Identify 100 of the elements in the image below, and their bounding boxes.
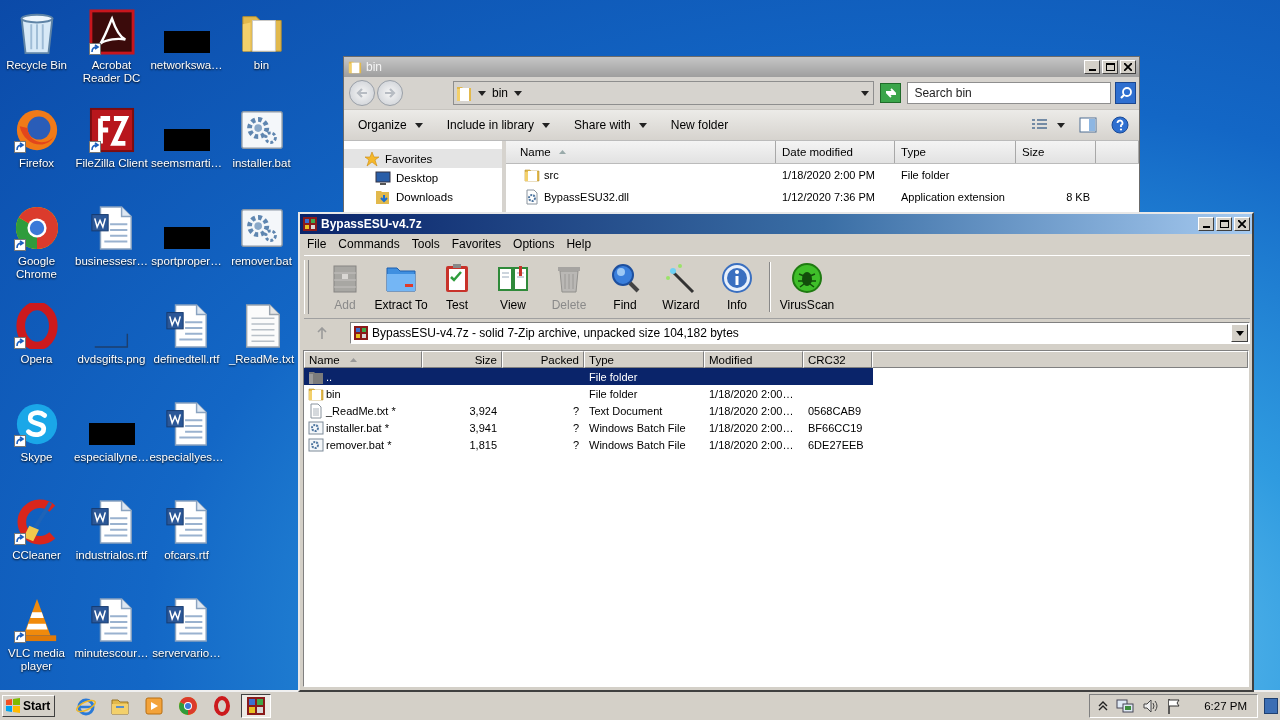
toolbar-button[interactable]: Share with xyxy=(566,116,655,134)
toolbar-button[interactable]: Organize xyxy=(350,116,431,134)
redacted-icon[interactable] xyxy=(163,31,210,53)
breadcrumb-item[interactable]: bin xyxy=(492,86,508,100)
column-header[interactable]: Size xyxy=(1016,141,1096,163)
file-row[interactable]: .. File folder xyxy=(304,368,873,385)
toolbar-button[interactable]: VirusScan xyxy=(775,258,839,316)
column-header[interactable]: Type xyxy=(584,351,704,368)
file-row[interactable]: _ReadMe.txt * 3,924 ? Text Document 1/18/2020 2:00… 0568CAB9 xyxy=(304,402,873,419)
redacted-icon[interactable] xyxy=(163,129,210,151)
browser-icon[interactable] xyxy=(13,205,60,251)
file-name[interactable]: src xyxy=(506,167,776,183)
column-header[interactable]: Type xyxy=(895,141,1016,163)
flag-icon[interactable] xyxy=(1166,698,1183,714)
desktop-icon[interactable]: sportproper… xyxy=(149,203,224,268)
toolbar-button[interactable]: Wizard xyxy=(653,258,709,316)
column-header[interactable]: Date modified xyxy=(776,141,895,163)
desktop-icon[interactable]: bin xyxy=(224,7,299,72)
desktop-icon[interactable]: especiallyes… xyxy=(149,399,224,464)
menu-item[interactable]: File xyxy=(301,235,333,252)
help-icon[interactable] xyxy=(1111,116,1129,134)
menu-item[interactable]: Help xyxy=(560,235,598,252)
desktop-icon[interactable]: Opera xyxy=(0,301,74,366)
column-header[interactable]: Size xyxy=(422,351,502,368)
column-header[interactable]: Modified xyxy=(704,351,803,368)
desktop-icon[interactable]: CCleaner xyxy=(0,497,74,562)
desktop-icon[interactable]: installer.bat xyxy=(224,105,299,170)
toolbar-button[interactable]: Find xyxy=(597,258,653,316)
desktop-icon[interactable]: definedtell.rtf xyxy=(149,301,224,366)
desktop-icon[interactable]: Acrobat Reader DC xyxy=(74,7,149,85)
server-app-icon[interactable] xyxy=(88,107,135,153)
toolbar-button[interactable]: Include in library xyxy=(438,116,559,134)
desktop-icon[interactable]: Skype xyxy=(0,399,74,464)
document-icon[interactable] xyxy=(163,499,210,545)
view-options-icon[interactable] xyxy=(1031,118,1049,132)
desktop-icon[interactable]: _ReadMe.txt xyxy=(224,301,299,366)
desktop-icon[interactable]: FileZilla Client xyxy=(74,105,149,170)
maximize-button[interactable] xyxy=(1102,60,1118,74)
desktop-icon[interactable]: remover.bat xyxy=(224,203,299,268)
document-icon[interactable] xyxy=(88,597,135,643)
desktop-icon[interactable]: businessesr… xyxy=(74,203,149,268)
desktop-icon[interactable]: networkswa… xyxy=(149,7,224,72)
nav-item[interactable]: Favorites xyxy=(344,149,502,168)
desktop-icon[interactable]: Google Chrome xyxy=(0,203,74,281)
menu-item[interactable]: Options xyxy=(507,235,561,252)
desktop-icon[interactable]: seemsmarti… xyxy=(149,105,224,170)
nav-item[interactable]: Desktop xyxy=(344,168,502,187)
document-icon[interactable] xyxy=(88,499,135,545)
file-name[interactable]: BypassESU32.dll xyxy=(506,189,776,205)
document-icon[interactable] xyxy=(163,401,210,447)
toolbar-button[interactable]: Info xyxy=(709,258,765,316)
desktop-icon[interactable]: servervario… xyxy=(149,595,224,660)
redacted-icon[interactable] xyxy=(88,423,135,445)
minimize-button[interactable] xyxy=(1198,217,1214,231)
toolbar-button[interactable]: Test xyxy=(429,258,485,316)
close-button[interactable] xyxy=(1120,60,1136,74)
nav-item[interactable]: Downloads xyxy=(344,187,502,206)
taskbar-button[interactable] xyxy=(241,694,272,718)
desktop-icon[interactable]: VLC media player xyxy=(0,595,74,673)
document-icon[interactable] xyxy=(163,597,210,643)
toolbar-button[interactable]: New folder xyxy=(662,116,737,134)
file-row[interactable]: remover.bat * 1,815 ? Windows Batch File 1/18/2020 2:00… 6DE27EEB xyxy=(304,436,873,453)
desktop-icon[interactable]: industrialos.rtf xyxy=(74,497,149,562)
desktop-icon[interactable]: Recycle Bin xyxy=(0,7,74,72)
file-row[interactable]: bin File folder 1/18/2020 2:00… xyxy=(304,385,873,402)
menu-item[interactable]: Favorites xyxy=(445,235,508,252)
toolbar-button[interactable]: View xyxy=(485,258,541,316)
show-hidden-icons-icon[interactable] xyxy=(1098,701,1109,711)
desktop-icon[interactable]: Firefox xyxy=(0,105,74,170)
search-field[interactable]: Search bin xyxy=(907,82,1112,104)
document-icon[interactable] xyxy=(88,205,135,251)
column-header[interactable]: Name xyxy=(304,351,422,368)
start-button[interactable]: Start xyxy=(2,695,56,717)
path-combo-box[interactable]: BypassESU-v4.7z - solid 7-Zip archive, unpacked size 104,182 bytes xyxy=(350,322,1250,344)
redacted-icon[interactable] xyxy=(163,227,210,249)
close-button[interactable] xyxy=(1234,217,1250,231)
dropdown-button[interactable] xyxy=(1231,324,1248,342)
speaker-icon[interactable] xyxy=(1142,698,1159,714)
desktop-icon[interactable]: especiallyne… xyxy=(74,399,149,464)
preview-pane-icon[interactable] xyxy=(1079,117,1097,133)
maximize-button[interactable] xyxy=(1216,217,1232,231)
desktop-icon[interactable]: ofcars.rtf xyxy=(149,497,224,562)
toolbar-button[interactable]: Extract To xyxy=(373,258,429,316)
column-header[interactable]: Packed xyxy=(502,351,584,368)
network-icon[interactable] xyxy=(1116,698,1135,714)
desktop-icon[interactable]: minutescour… xyxy=(74,595,149,660)
menu-item[interactable]: Commands xyxy=(332,235,406,252)
file-row[interactable]: installer.bat * 3,941 ? Windows Batch File 1/18/2020 2:00… BF66CC19 xyxy=(304,419,873,436)
column-header[interactable]: Name xyxy=(506,141,776,163)
document-icon[interactable] xyxy=(163,303,210,349)
address-bar[interactable]: bin xyxy=(453,81,875,105)
desktop-icon[interactable]: dvdsgifts.png xyxy=(74,301,149,366)
menu-item[interactable]: Tools xyxy=(405,235,446,252)
search-button[interactable] xyxy=(1115,82,1136,104)
minimize-button[interactable] xyxy=(1084,60,1100,74)
refresh-button[interactable] xyxy=(880,83,902,103)
column-header[interactable]: CRC32 xyxy=(803,351,872,368)
pdf-reader-icon[interactable] xyxy=(88,9,135,55)
browser-icon[interactable] xyxy=(13,303,60,349)
clock[interactable]: 6:27 PM xyxy=(1204,700,1247,712)
